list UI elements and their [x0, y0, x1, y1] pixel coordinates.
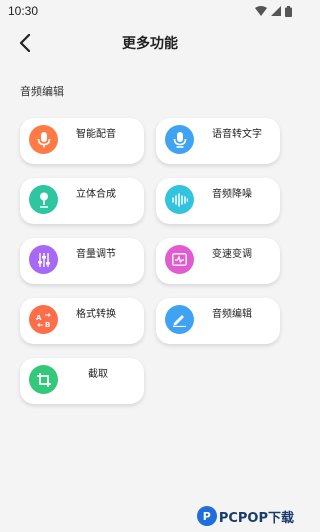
feature-card-volume-adjust[interactable]: 音量调节	[20, 238, 144, 284]
sliders-icon	[37, 252, 50, 267]
feature-label: 音频降噪	[212, 189, 252, 200]
icon-circle	[29, 245, 58, 274]
crop-icon	[36, 372, 51, 387]
feature-label: 智能配音	[76, 129, 116, 140]
feature-label: 立体合成	[76, 189, 116, 200]
icon-circle	[165, 185, 194, 214]
chevron-left-icon	[19, 34, 31, 52]
feature-card-stereo-synthesis[interactable]: 立体合成	[20, 178, 144, 224]
microphone-icon	[37, 131, 50, 147]
status-icons	[255, 5, 292, 17]
icon-circle	[165, 125, 194, 154]
pulse-monitor-icon	[172, 253, 187, 266]
watermark-logo-icon: P	[196, 506, 217, 526]
back-button[interactable]	[12, 30, 38, 56]
feature-card-smart-dubbing[interactable]: 智能配音	[20, 118, 144, 164]
status-bar: 10:30	[0, 0, 300, 22]
watermark: P PCPOP下载	[196, 506, 294, 526]
feature-label: 截取	[88, 369, 108, 380]
feature-label: 音量调节	[76, 249, 116, 260]
icon-circle	[29, 125, 58, 154]
feature-label: 语音转文字	[212, 129, 262, 140]
battery-icon	[285, 5, 292, 17]
status-time: 10:30	[8, 4, 39, 18]
watermark-text: PCPOP下载	[218, 510, 294, 526]
wifi-icon	[255, 6, 267, 16]
icon-circle: A B	[29, 305, 58, 334]
feature-label: 格式转换	[76, 309, 116, 320]
svg-text:B: B	[45, 321, 50, 327]
feature-card-speed-pitch[interactable]: 变速变调	[156, 238, 280, 284]
microphone-icon	[173, 131, 186, 148]
microphone-stand-icon	[39, 192, 48, 208]
icon-circle	[29, 185, 58, 214]
feature-card-noise-reduction[interactable]: 音频降噪	[156, 178, 280, 224]
feature-label: 音频编辑	[212, 309, 252, 320]
feature-card-speech-to-text[interactable]: 语音转文字	[156, 118, 280, 164]
section-title: 音频编辑	[20, 85, 64, 98]
page-title: 更多功能	[122, 36, 178, 52]
a-to-b-icon: A B	[36, 312, 51, 327]
svg-text:A: A	[36, 314, 42, 322]
pencil-icon	[173, 315, 186, 327]
feature-card-audio-edit[interactable]: 音频编辑	[156, 298, 280, 344]
waveform-icon	[171, 192, 188, 207]
feature-label: 变速变调	[212, 249, 252, 260]
title-bar: 更多功能	[0, 26, 300, 60]
signal-icon	[271, 6, 281, 16]
icon-circle	[165, 245, 194, 274]
icon-circle	[29, 365, 58, 394]
feature-card-format-convert[interactable]: A B 格式转换	[20, 298, 144, 344]
feature-card-crop[interactable]: 截取	[20, 358, 144, 404]
icon-circle	[165, 305, 194, 334]
